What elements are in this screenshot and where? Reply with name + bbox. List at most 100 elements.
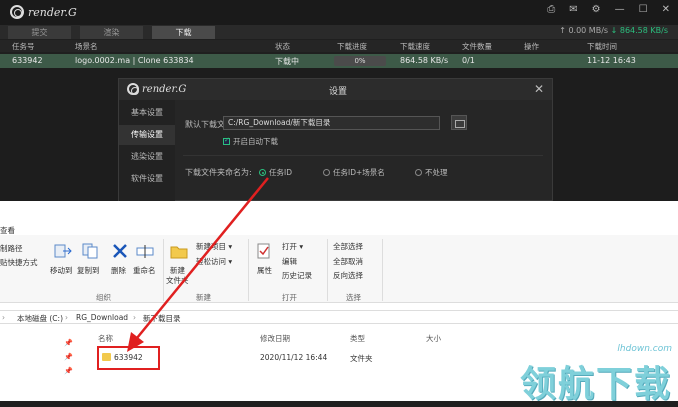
auto-download-label: 开启自动下载 bbox=[233, 137, 278, 146]
minimize-icon[interactable]: — bbox=[615, 4, 625, 15]
new-folder-icon bbox=[170, 246, 188, 259]
task-file-count: 0/1 bbox=[462, 56, 475, 65]
sidebar-item-software[interactable]: 软件设置 bbox=[119, 169, 175, 189]
task-id: 633942 bbox=[12, 56, 43, 65]
logo-icon bbox=[127, 83, 139, 95]
edit-button[interactable]: 编辑 bbox=[282, 256, 297, 267]
invert-selection-button[interactable]: 反向选择 bbox=[333, 270, 363, 281]
logo-text: render.G bbox=[142, 83, 187, 95]
transfer-speed: ↑ 0.00 MB/s ↓ 864.58 KB/s bbox=[559, 26, 668, 35]
task-time: 11-12 16:43 bbox=[587, 56, 636, 65]
radio-icon[interactable] bbox=[259, 169, 266, 176]
explorer-ribbon: 制路径 贴快捷方式 移动到 复制到 删除 重命名 组织 新建 文件夹 新建项目 … bbox=[0, 235, 678, 303]
notebook-icon[interactable]: ⎙ bbox=[547, 4, 555, 15]
col-status[interactable]: 状态 bbox=[275, 41, 290, 52]
divider bbox=[163, 239, 164, 301]
breadcrumb-rg-download[interactable]: RG_Download bbox=[76, 313, 128, 322]
watermark-site: lhdown.com bbox=[617, 344, 672, 354]
download-path-field[interactable]: C:/RG_Download/新下载目录 bbox=[223, 116, 440, 130]
window-controls: ⎙ ✉ ⚙ — ☐ ✕ bbox=[547, 4, 670, 15]
radio-label: 任务ID bbox=[269, 168, 292, 177]
history-button[interactable]: 历史记录 bbox=[282, 270, 312, 281]
task-table-header: 任务号 场景名 状态 下载进度 下载速度 文件数量 操作 下载时间 bbox=[0, 40, 678, 52]
col-name[interactable]: 名称 bbox=[98, 333, 113, 344]
radio-icon[interactable] bbox=[323, 169, 330, 176]
divider bbox=[248, 239, 249, 301]
properties-icon bbox=[257, 243, 270, 259]
breadcrumb-drive[interactable]: 本地磁盘 (C:) bbox=[17, 313, 63, 324]
radio-icon[interactable] bbox=[415, 169, 422, 176]
select-all-button[interactable]: 全部选择 bbox=[333, 241, 363, 252]
gear-icon[interactable]: ⚙ bbox=[592, 4, 601, 15]
delete-button[interactable]: 删除 bbox=[111, 265, 126, 276]
copy-path-button[interactable]: 制路径 bbox=[0, 243, 23, 254]
dialog-header: render.G 设置 ✕ bbox=[119, 79, 552, 100]
col-speed[interactable]: 下载速度 bbox=[400, 41, 430, 52]
highlight-box bbox=[97, 346, 160, 370]
copy-to-button[interactable]: 复制到 bbox=[77, 265, 100, 276]
col-file-count[interactable]: 文件数量 bbox=[462, 41, 492, 52]
download-speed: ↓ 864.58 KB/s bbox=[610, 26, 668, 35]
task-speed: 864.58 KB/s bbox=[400, 56, 449, 65]
col-size[interactable]: 大小 bbox=[426, 333, 441, 344]
col-type[interactable]: 类型 bbox=[350, 333, 365, 344]
select-none-button[interactable]: 全部取消 bbox=[333, 256, 363, 267]
col-task-id[interactable]: 任务号 bbox=[12, 41, 35, 52]
radio-task-id[interactable]: 任务ID bbox=[259, 167, 292, 178]
col-action[interactable]: 操作 bbox=[524, 41, 539, 52]
col-scene[interactable]: 场景名 bbox=[75, 41, 98, 52]
rename-button[interactable]: 重命名 bbox=[133, 265, 156, 276]
group-select-label: 选择 bbox=[346, 293, 361, 302]
divider bbox=[382, 239, 383, 301]
open-button[interactable]: 打开 ▾ bbox=[282, 241, 303, 252]
col-modified[interactable]: 修改日期 bbox=[260, 333, 290, 344]
easy-access-button[interactable]: 轻松访问 ▾ bbox=[196, 256, 232, 267]
maximize-icon[interactable]: ☐ bbox=[639, 4, 648, 15]
browse-folder-button[interactable] bbox=[451, 115, 467, 130]
task-status: 下载中 bbox=[275, 57, 299, 66]
chevron-right-icon: › bbox=[133, 313, 136, 322]
radio-none[interactable]: 不处理 bbox=[415, 167, 448, 178]
logo-text: render.G bbox=[28, 5, 77, 19]
tab-render[interactable]: 渲染 bbox=[80, 26, 143, 39]
tab-download[interactable]: 下载 bbox=[152, 26, 215, 39]
address-bar[interactable]: › 本地磁盘 (C:) › RG_Download › 新下载目录 bbox=[0, 310, 678, 324]
table-row[interactable]: 633942 logo.0002.ma | Clone 633834 下载中 0… bbox=[0, 54, 678, 68]
naming-label: 下载文件夹命名为: bbox=[185, 168, 252, 177]
rename-icon bbox=[136, 245, 154, 258]
pin-icon[interactable]: 📌 bbox=[64, 336, 73, 350]
task-scene: logo.0002.ma | Clone 633834 bbox=[75, 56, 194, 65]
col-progress[interactable]: 下载进度 bbox=[337, 41, 367, 52]
close-icon[interactable]: ✕ bbox=[662, 4, 670, 15]
group-organize-label: 组织 bbox=[96, 293, 111, 302]
settings-sidebar: 基本设置 传输设置 逃染设置 软件设置 bbox=[119, 100, 175, 202]
tab-submit[interactable]: 提交 bbox=[8, 26, 71, 39]
divider bbox=[327, 239, 328, 301]
sidebar-item-basic[interactable]: 基本设置 bbox=[119, 103, 175, 123]
auto-download-checkbox[interactable]: 开启自动下载 bbox=[223, 136, 278, 147]
sidebar-item-render[interactable]: 逃染设置 bbox=[119, 147, 175, 167]
sidebar-item-transfer[interactable]: 传输设置 bbox=[119, 125, 175, 145]
message-icon[interactable]: ✉ bbox=[569, 4, 577, 15]
app-logo: render.G bbox=[10, 5, 77, 19]
new-folder-button-line2[interactable]: 文件夹 bbox=[166, 275, 189, 286]
move-to-icon bbox=[54, 244, 72, 258]
copy-to-icon bbox=[82, 243, 98, 259]
new-item-button[interactable]: 新建项目 ▾ bbox=[196, 241, 232, 252]
radio-task-id-scene[interactable]: 任务ID+场景名 bbox=[323, 167, 385, 178]
paste-shortcut-button[interactable]: 贴快捷方式 bbox=[0, 257, 38, 268]
radio-label: 不处理 bbox=[425, 168, 448, 177]
main-tabs: 提交 渲染 下载 ↑ 0.00 MB/s ↓ 864.58 KB/s bbox=[0, 25, 678, 39]
properties-button[interactable]: 属性 bbox=[257, 265, 272, 276]
upload-speed: ↑ 0.00 MB/s bbox=[559, 26, 609, 35]
app-titlebar: render.G ⎙ ✉ ⚙ — ☐ ✕ bbox=[0, 0, 678, 25]
group-new-label: 新建 bbox=[196, 293, 211, 302]
close-icon[interactable]: ✕ bbox=[534, 82, 544, 96]
file-modified: 2020/11/12 16:44 bbox=[260, 353, 328, 362]
col-time[interactable]: 下载时间 bbox=[587, 41, 617, 52]
pin-icon[interactable]: 📌 bbox=[64, 364, 73, 378]
chevron-right-icon: › bbox=[65, 313, 68, 322]
move-to-button[interactable]: 移动到 bbox=[50, 265, 73, 276]
checkbox-icon[interactable] bbox=[223, 136, 230, 145]
breadcrumb-new-download[interactable]: 新下载目录 bbox=[143, 313, 181, 324]
